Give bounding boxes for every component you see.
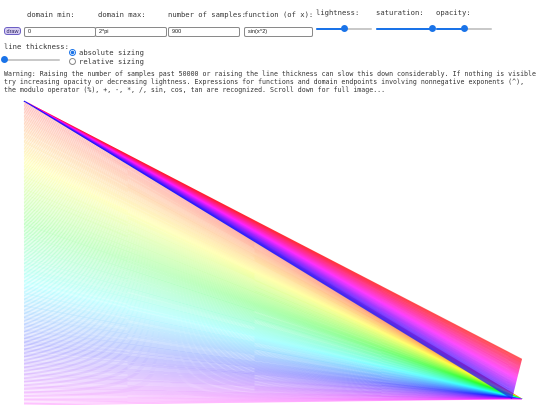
function-input[interactable]: [244, 27, 313, 37]
domain-max-input[interactable]: [95, 27, 167, 37]
draw-button[interactable]: draw: [4, 27, 21, 35]
absolute-sizing-radio[interactable]: absolute sizing: [69, 48, 144, 57]
line-thickness-track: [4, 59, 60, 61]
domain-max-label: domain max:: [98, 10, 146, 19]
rendered-curve-image: [23, 100, 523, 405]
saturation-slider[interactable]: [376, 25, 436, 33]
saturation-label: saturation:: [376, 8, 424, 17]
domain-min-input[interactable]: [24, 27, 96, 37]
opacity-label: opacity:: [436, 8, 471, 17]
opacity-thumb[interactable]: [460, 25, 468, 32]
relative-sizing-radio[interactable]: relative sizing: [69, 57, 144, 66]
lightness-label: lightness:: [316, 8, 360, 17]
warning-text: Warning: Raising the number of samples p…: [4, 70, 536, 95]
saturation-fill: [376, 28, 432, 30]
line-thickness-label: line thickness:: [4, 42, 69, 51]
relative-sizing-radio-dot[interactable]: [69, 58, 76, 65]
relative-sizing-label: relative sizing: [79, 57, 144, 66]
lightness-slider[interactable]: [316, 25, 372, 33]
samples-label: number of samples:: [168, 10, 246, 19]
line-thickness-slider[interactable]: [0, 56, 60, 64]
line-thickness-thumb[interactable]: [0, 56, 8, 63]
samples-input[interactable]: [168, 27, 240, 37]
opacity-fill: [436, 28, 464, 30]
lightness-thumb[interactable]: [340, 25, 348, 32]
opacity-slider[interactable]: [436, 25, 492, 33]
function-label: function (of x):: [244, 10, 314, 19]
lightness-fill: [316, 28, 344, 30]
curve-line-group: [23, 100, 523, 405]
saturation-thumb[interactable]: [428, 25, 436, 32]
domain-min-label: domain min:: [27, 10, 75, 19]
absolute-sizing-label: absolute sizing: [79, 48, 144, 57]
absolute-sizing-radio-dot[interactable]: [69, 49, 76, 56]
